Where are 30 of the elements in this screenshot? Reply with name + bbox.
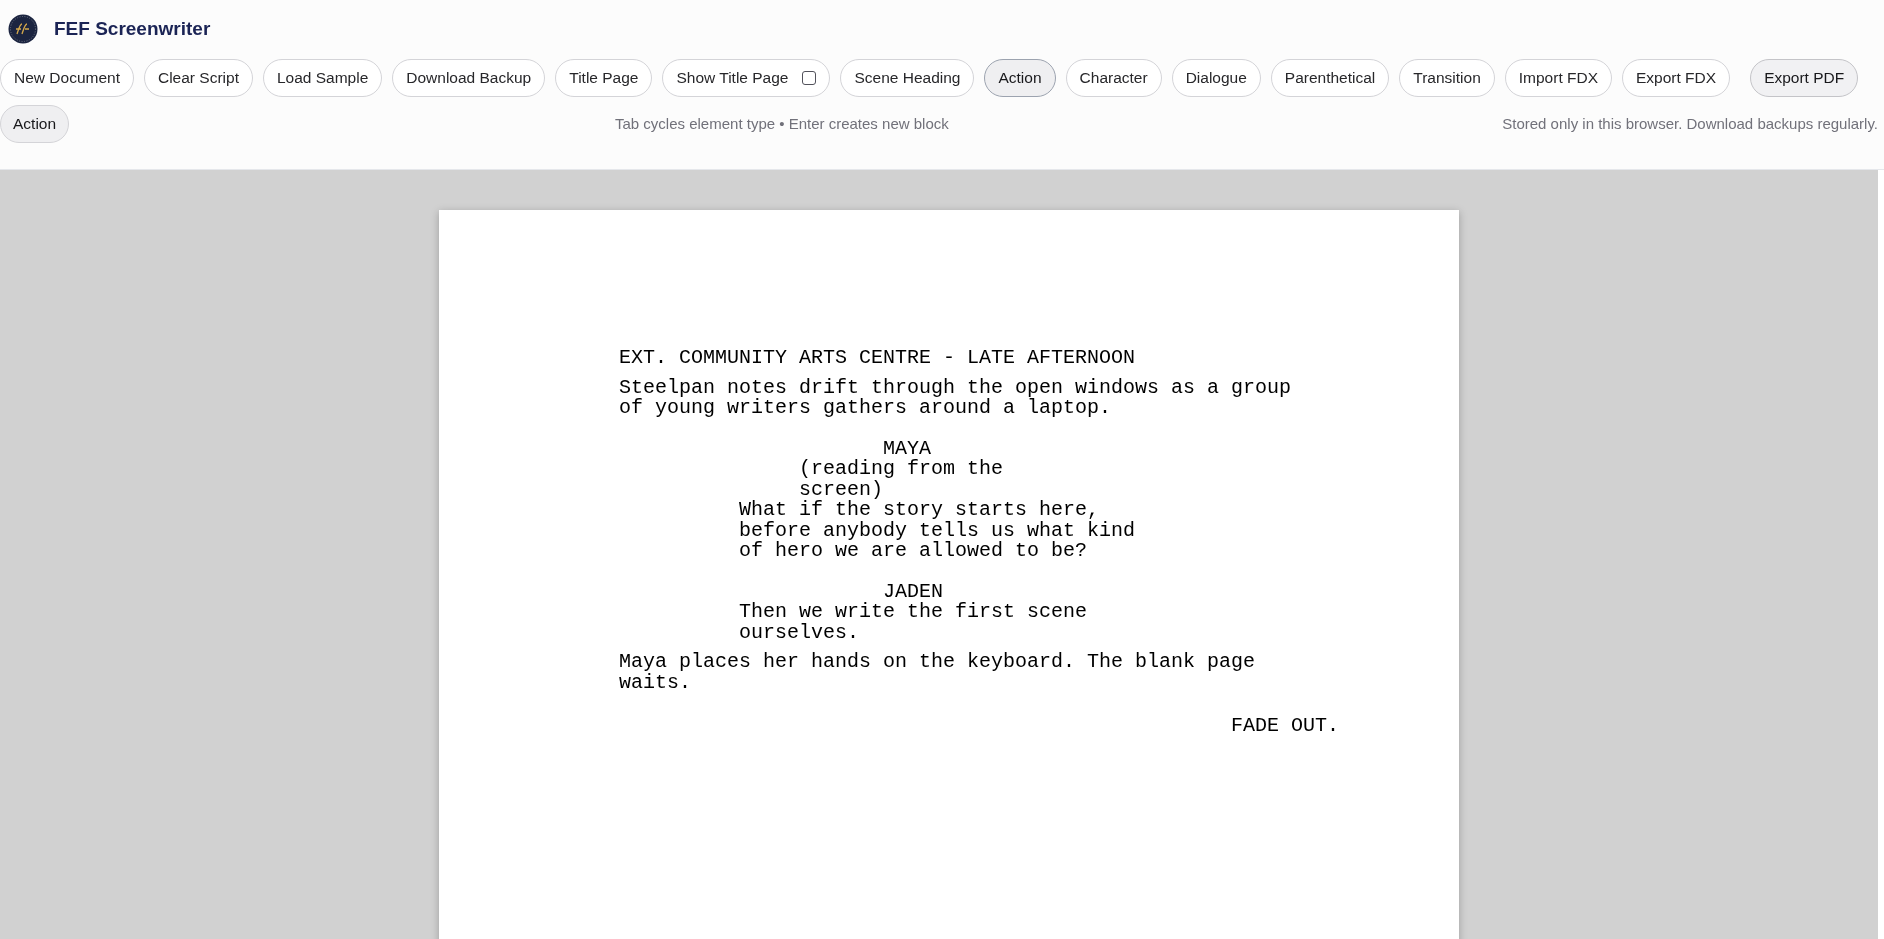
toolbar-button[interactable]: Clear Script	[143, 59, 253, 97]
action-text[interactable]: Steelpan notes drift through the open windows as a group of young writers gathers around a laptop.	[619, 377, 1315, 419]
storage-notice: Stored only in this browser. Download backups regularly.	[1502, 113, 1878, 134]
parenthetical-text[interactable]: (reading from the screen)	[799, 459, 1039, 500]
element-type-button[interactable]: Action	[984, 59, 1056, 97]
checkbox[interactable]	[802, 71, 817, 85]
scene-heading[interactable]: EXT. COMMUNITY ARTS CENTRE - LATE AFTERNOON	[619, 348, 1339, 369]
toolbar-button[interactable]: Title Page	[555, 59, 653, 97]
element-type-button[interactable]: Character	[1065, 59, 1162, 97]
element-type-button[interactable]: Parenthetical	[1270, 59, 1390, 97]
keyboard-hint: Tab cycles element type • Enter creates new block	[615, 113, 949, 134]
show-title-page-toggle[interactable]: Show Title Page	[662, 59, 831, 97]
action-text[interactable]: Maya places her hands on the keyboard. The blank page waits.	[619, 652, 1315, 693]
toolbar-button[interactable]: Import FDX	[1504, 59, 1612, 97]
character-name[interactable]: MAYA	[883, 438, 1183, 459]
transition-text[interactable]: FADE OUT.	[619, 716, 1339, 737]
toolbar-button[interactable]: New Document	[0, 59, 134, 97]
current-element-pill: Action	[0, 105, 70, 143]
app-title: FEF Screenwriter	[54, 16, 211, 41]
character-name[interactable]: JADEN	[883, 581, 1183, 602]
toolbar-button[interactable]: Load Sample	[262, 59, 383, 97]
toolbar-button[interactable]: Download Backup	[392, 59, 546, 97]
dialogue-text[interactable]: Then we write the first scene ourselves.	[739, 602, 1159, 643]
export-pdf-button[interactable]: Export PDF	[1750, 59, 1859, 97]
toolbar-button[interactable]: Export FDX	[1622, 59, 1731, 97]
logo-icon	[8, 14, 38, 44]
element-type-button[interactable]: Scene Heading	[840, 59, 975, 97]
element-type-button[interactable]: Transition	[1399, 59, 1495, 97]
dialogue-text[interactable]: What if the story starts here, before anybody tells us what kind of hero we are allowed to be?	[739, 500, 1159, 562]
element-type-button[interactable]: Dialogue	[1171, 59, 1261, 97]
